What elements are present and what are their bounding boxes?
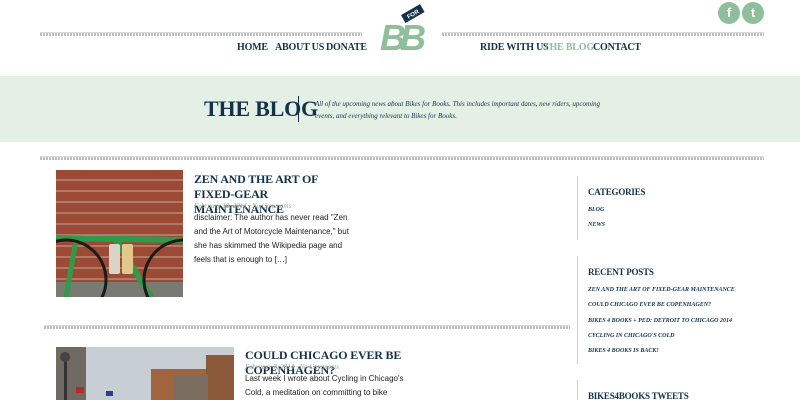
recent-post-link[interactable]: BIKES 4 BOOKS IS BACK! [588,348,659,354]
content-rule [40,156,764,160]
post-meta: February 10, 2014 · No Comments [194,202,292,210]
svg-text:B: B [400,17,426,54]
nav-contact[interactable]: CONTACT [593,42,641,53]
category-link-blog[interactable]: BLOG [588,207,604,213]
recent-posts-heading: RECENT POSTS [588,267,654,277]
post-meta: February 7, 2014 · No Comments [245,363,339,371]
sidebar-divider [577,176,578,240]
post-excerpt: disclaimer: The author has never read "Z… [194,213,349,264]
nav-about-us[interactable]: ABOUT US [275,42,324,53]
categories-heading: CATEGORIES [588,187,646,197]
recent-post-link[interactable]: COULD CHICAGO EVER BE COPENHAGEN? [588,302,711,308]
post-thumbnail-copenhagen[interactable] [56,347,234,400]
header-rule-right [442,32,764,36]
header-rule-left [40,32,362,36]
post-excerpt: Last week I wrote about Cycling in Chica… [245,374,404,397]
tweets-heading: BIKES4BOOKS TWEETS [588,391,689,400]
category-link-news[interactable]: NEWS [588,222,605,228]
twitter-icon[interactable]: t [742,2,764,24]
blog-banner: THE BLOG All of the upcoming news about … [0,76,800,142]
sidebar-divider [577,256,578,364]
banner-description: All of the upcoming news about Bikes for… [315,100,601,120]
nav-home[interactable]: HOME [237,42,268,53]
recent-post-link[interactable]: BIKES 4 BOOKS + PED: DETROIT TO CHICAGO … [588,318,732,324]
nav-donate[interactable]: DONATE [326,42,367,53]
site-logo[interactable]: B B FOR [378,2,428,54]
facebook-icon[interactable]: f [718,2,740,24]
post-divider [44,325,570,329]
banner-divider [298,96,299,122]
recent-post-link[interactable]: ZEN AND THE ART OF FIXED-GEAR MAINTENANC… [588,287,735,293]
nav-ride-with-us[interactable]: RIDE WITH US [480,42,549,53]
recent-post-link[interactable]: CYCLING IN CHICAGO'S COLD [588,333,675,339]
post-thumbnail-fixed-gear[interactable] [56,170,183,297]
sidebar-divider [577,380,578,400]
nav-the-blog[interactable]: THE BLOG [543,42,594,53]
page-title: THE BLOG [204,96,318,121]
